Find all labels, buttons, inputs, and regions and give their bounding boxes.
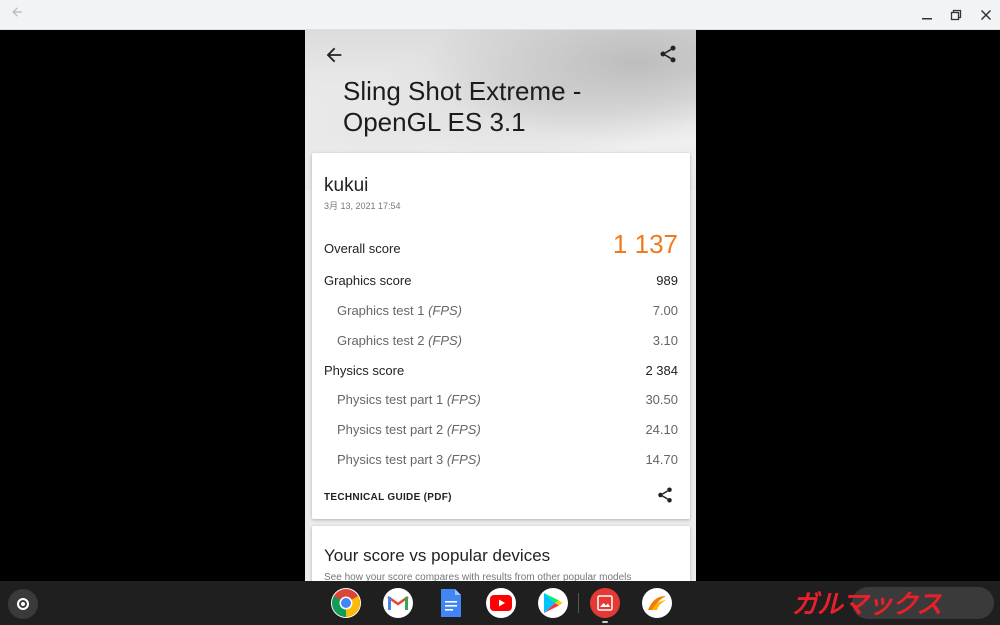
docs-app[interactable]: [439, 588, 463, 618]
share-icon: [658, 487, 672, 503]
physics-score-label: Physics score: [324, 363, 405, 378]
title-line-2: OpenGL ES 3.1: [343, 107, 526, 137]
youtube-app[interactable]: [486, 588, 516, 618]
comparison-subtitle: See how your score compares with results…: [324, 572, 632, 581]
physics-test-3-unit: (FPS): [446, 452, 481, 467]
3dmark-app[interactable]: [642, 588, 672, 618]
gmail-icon: [387, 595, 409, 610]
minimize-icon: [922, 18, 932, 20]
result-card: kukui 3月 13, 2021 17:54 Overall score 1 …: [312, 153, 690, 519]
physics-score-row: Physics score 2 384: [324, 363, 678, 378]
gmail-app[interactable]: [383, 588, 413, 618]
physics-test-2-value: 24.10: [645, 422, 678, 437]
graphics-score-row: Graphics score 989: [324, 273, 678, 288]
shelf-divider: [578, 593, 579, 613]
comparison-title: Your score vs popular devices: [324, 546, 551, 565]
back-button[interactable]: [323, 44, 345, 66]
arrow-left-icon: [326, 47, 342, 63]
close-button[interactable]: [975, 4, 997, 26]
launcher-button[interactable]: [8, 589, 38, 619]
3dmark-icon: [648, 596, 666, 610]
graphics-score-label: Graphics score: [324, 273, 412, 288]
physics-test-3-value: 14.70: [645, 452, 678, 467]
window-titlebar: [0, 0, 1000, 30]
share-button[interactable]: [658, 44, 680, 66]
graphics-test-2-name: Graphics test 2: [337, 333, 425, 348]
docs-icon: [441, 589, 461, 617]
device-name: kukui: [324, 175, 369, 196]
physics-test-3-name: Physics test part 3: [337, 452, 444, 467]
graphics-test-2-row: Graphics test 2 (FPS) 3.10: [324, 333, 678, 348]
gallery-active-indicator: [602, 621, 608, 623]
graphics-test-1-row: Graphics test 1 (FPS) 7.00: [324, 303, 678, 318]
graphics-test-1-name: Graphics test 1: [337, 303, 425, 318]
physics-test-2-row: Physics test part 2 (FPS) 24.10: [324, 422, 678, 437]
page-title: Sling Shot Extreme - OpenGL ES 3.1: [343, 76, 643, 138]
chrome-app[interactable]: [331, 588, 361, 618]
physics-test-1-name: Physics test part 1: [337, 392, 444, 407]
gallery-app[interactable]: [590, 588, 620, 618]
overall-score-label: Overall score: [324, 241, 401, 256]
physics-test-3-label: Physics test part 3 (FPS): [324, 452, 481, 467]
physics-test-2-name: Physics test part 2: [337, 422, 444, 437]
result-date: 3月 13, 2021 17:54: [324, 201, 401, 211]
play-store-app[interactable]: [538, 588, 568, 618]
watermark-logo: ガルマックス: [792, 589, 942, 619]
guide-share-button[interactable]: [656, 486, 676, 506]
minimize-button[interactable]: [916, 4, 938, 26]
graphics-test-1-value: 7.00: [652, 303, 678, 318]
graphics-test-2-unit: (FPS): [428, 333, 463, 348]
physics-score-value: 2 384: [645, 363, 678, 378]
title-line-1: Sling Shot Extreme -: [343, 76, 582, 106]
physics-test-1-unit: (FPS): [446, 392, 481, 407]
physics-test-3-row: Physics test part 3 (FPS) 14.70: [324, 452, 678, 467]
arrow-left-icon: [12, 7, 22, 17]
physics-test-1-value: 30.50: [645, 392, 678, 407]
graphics-test-1-unit: (FPS): [428, 303, 463, 318]
restore-icon: [950, 9, 962, 21]
physics-test-1-label: Physics test part 1 (FPS): [324, 392, 481, 407]
close-icon: [980, 9, 992, 21]
gallery-icon: [597, 595, 613, 611]
overall-score-value: 1 137: [612, 229, 678, 259]
graphics-test-2-value: 3.10: [652, 333, 678, 348]
restore-button[interactable]: [945, 4, 967, 26]
chrome-icon: [332, 589, 360, 617]
physics-test-1-row: Physics test part 1 (FPS) 30.50: [324, 392, 678, 407]
technical-guide-link[interactable]: TECHNICAL GUIDE (PDF): [324, 492, 452, 503]
youtube-icon: [490, 595, 512, 611]
physics-test-2-unit: (FPS): [446, 422, 481, 437]
window-back-button[interactable]: [6, 4, 28, 26]
taskbar-shelf: ガルマックス: [0, 581, 1000, 625]
overall-score-row: Overall score 1 137: [324, 229, 678, 260]
share-icon: [660, 45, 676, 63]
graphics-score-value: 989: [656, 273, 678, 288]
launcher-icon: [17, 598, 29, 610]
graphics-test-1-label: Graphics test 1 (FPS): [324, 303, 462, 318]
physics-test-2-label: Physics test part 2 (FPS): [324, 422, 481, 437]
app-window: Sling Shot Extreme - OpenGL ES 3.1 kukui…: [305, 30, 696, 581]
graphics-test-2-label: Graphics test 2 (FPS): [324, 333, 462, 348]
play-store-icon: [544, 593, 563, 613]
comparison-card: Your score vs popular devices See how yo…: [312, 526, 690, 581]
